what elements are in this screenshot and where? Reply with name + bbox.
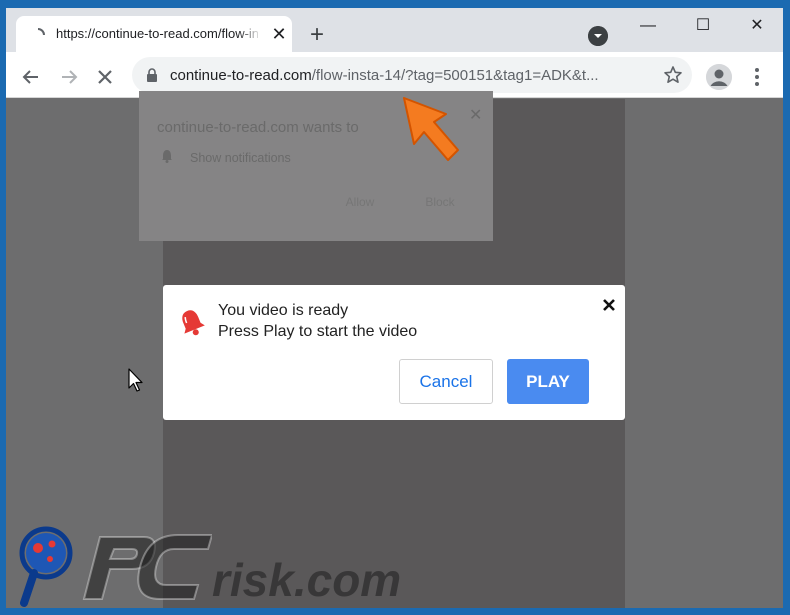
pcrisk-logo-icon xyxy=(19,526,212,607)
url-host: continue-to-read.com xyxy=(170,67,312,84)
dialog-close-icon[interactable] xyxy=(601,297,617,313)
notification-permission-text: Show notifications xyxy=(190,151,291,165)
dialog-message-line2: Press Play to start the video xyxy=(218,323,418,340)
block-button[interactable]: Block xyxy=(405,195,475,209)
new-tab-button[interactable]: + xyxy=(304,23,330,49)
back-arrow-icon[interactable] xyxy=(18,64,44,90)
loading-spinner-icon xyxy=(37,28,45,36)
tab-search-icon[interactable] xyxy=(588,26,608,46)
tab-strip: https://continue-to-read.com/flow-insta-… xyxy=(6,8,783,52)
pcrisk-watermark: risk.com xyxy=(12,523,462,608)
stop-loading-icon[interactable] xyxy=(92,64,118,90)
cancel-button[interactable]: Cancel xyxy=(399,359,493,404)
profile-avatar-icon[interactable] xyxy=(706,64,732,90)
more-menu-icon[interactable] xyxy=(750,64,764,90)
notification-title: continue-to-read.com wants to xyxy=(157,119,359,136)
tab-close-button[interactable]: ✕ xyxy=(270,25,288,43)
maximize-button[interactable]: ☐ xyxy=(683,12,723,42)
url-text[interactable]: continue-to-read.com/flow-insta-14/?tag=… xyxy=(170,67,646,84)
url-path: /flow-insta-14/?tag=500151&tag1=ADK&t... xyxy=(311,67,599,84)
notification-bell-icon xyxy=(182,310,205,336)
bell-icon xyxy=(162,150,172,163)
orange-arrow-icon xyxy=(403,97,459,161)
mouse-cursor-icon xyxy=(128,368,143,392)
allow-button[interactable]: Allow xyxy=(325,195,395,209)
tab-active[interactable]: https://continue-to-read.com/flow-insta-… xyxy=(16,16,292,52)
address-bar[interactable]: continue-to-read.com/flow-insta-14/?tag=… xyxy=(132,57,692,93)
watermark-text: risk.com xyxy=(212,554,402,606)
lock-icon[interactable] xyxy=(146,68,158,82)
window-close-button[interactable]: ✕ xyxy=(737,12,777,42)
video-ready-dialog: You video is ready Press Play to start t… xyxy=(163,285,625,420)
dialog-message-line1: You video is ready xyxy=(218,302,349,319)
browser-window: https://continue-to-read.com/flow-insta-… xyxy=(6,8,783,608)
notification-close-button[interactable]: ✕ xyxy=(469,105,482,125)
minimize-button[interactable]: — xyxy=(628,12,668,42)
bookmark-star-icon[interactable] xyxy=(662,64,684,86)
tab-title: https://continue-to-read.com/flow-insta-… xyxy=(56,26,258,41)
play-button[interactable]: PLAY xyxy=(507,359,589,404)
forward-arrow-icon[interactable] xyxy=(56,64,82,90)
